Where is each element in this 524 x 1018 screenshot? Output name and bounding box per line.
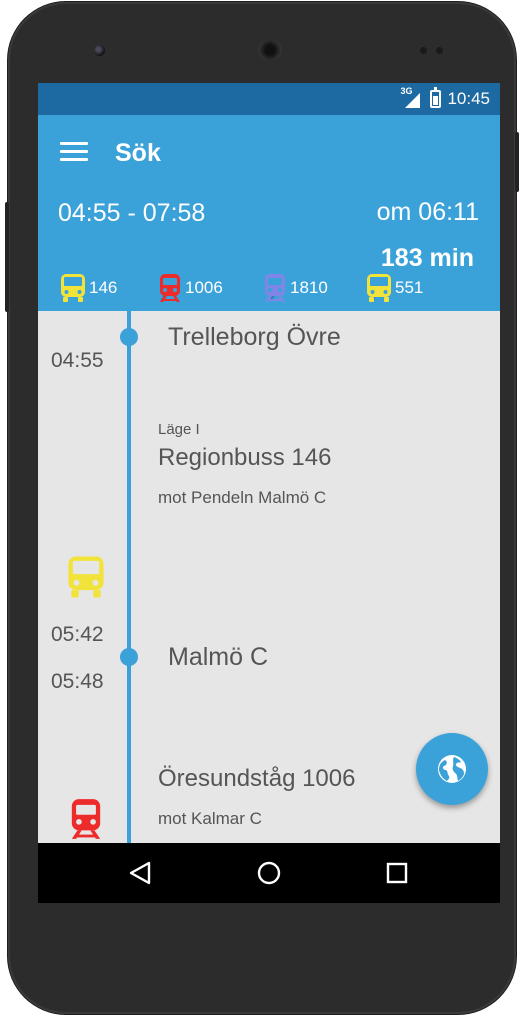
home-button[interactable] [253, 857, 285, 889]
leg-summary-2: 1006 [158, 273, 223, 303]
timeline-line [127, 311, 131, 851]
train-icon [160, 274, 180, 302]
recents-square-icon [386, 862, 408, 884]
navigation-bar [38, 843, 500, 903]
leg-summary-3: 1810 [263, 273, 328, 303]
stop-dot [120, 648, 138, 666]
front-camera [94, 45, 105, 56]
train-icon [265, 274, 285, 302]
bus-icon [367, 274, 391, 302]
light-sensor [436, 47, 443, 54]
stop-dot [120, 328, 138, 346]
stop-position: Läge I [158, 421, 200, 438]
trip-legs: 146 ❯ 1006 ❯ [60, 273, 480, 307]
arrival-time: 05:42 [51, 623, 104, 646]
route-direction: mot Kalmar C [158, 809, 262, 828]
back-triangle-icon [129, 861, 151, 885]
leg-number: 551 [395, 278, 424, 297]
earpiece-speaker [258, 40, 282, 60]
stop-name: Malmö C [168, 643, 269, 671]
volume-button [5, 202, 9, 312]
power-button [515, 132, 519, 192]
departure-time: 05:48 [51, 670, 104, 693]
leg-number: 1810 [290, 278, 328, 297]
battery-icon [430, 87, 442, 108]
route-direction: mot Pendeln Malmö C [158, 488, 327, 507]
status-time: 10:45 [447, 89, 490, 108]
screen: 3G 10:45 Sök 04:55 - 07:58 om 06:11 183 … [38, 83, 500, 903]
signal-icon: 3G [400, 86, 424, 109]
route-name[interactable]: Öresundståg 1006 [158, 765, 355, 793]
trip-time-range: 04:55 - 07:58 [58, 199, 206, 227]
phone-frame: 3G 10:45 Sök 04:55 - 07:58 om 06:11 183 … [5, 2, 519, 1014]
back-button[interactable] [124, 857, 156, 889]
leg-number: 146 [89, 278, 118, 297]
menu-icon[interactable] [60, 142, 88, 162]
leg-number: 1006 [185, 278, 223, 297]
recents-button[interactable] [381, 857, 413, 889]
leg-summary-4: 551 [366, 273, 423, 303]
departure-time: 04:55 [51, 349, 104, 372]
page-title: Sök [115, 139, 161, 167]
home-circle-icon [257, 861, 281, 885]
trip-departs-in: om 06:11 [376, 198, 479, 226]
status-bar: 3G 10:45 [38, 83, 500, 115]
trip-duration: 183 min [380, 244, 474, 272]
proximity-sensor [420, 47, 427, 54]
globe-icon [438, 755, 466, 783]
route-name[interactable]: Regionbuss 146 [158, 444, 331, 472]
leg-summary-1: 146 [60, 273, 117, 303]
bus-icon [61, 274, 85, 302]
app-bar: Sök 04:55 - 07:58 om 06:11 183 min 146 ❯ [38, 115, 500, 311]
stop-name: Trelleborg Övre [168, 323, 341, 351]
map-button[interactable] [416, 733, 488, 805]
train-icon [71, 799, 101, 839]
bus-icon [68, 556, 104, 598]
